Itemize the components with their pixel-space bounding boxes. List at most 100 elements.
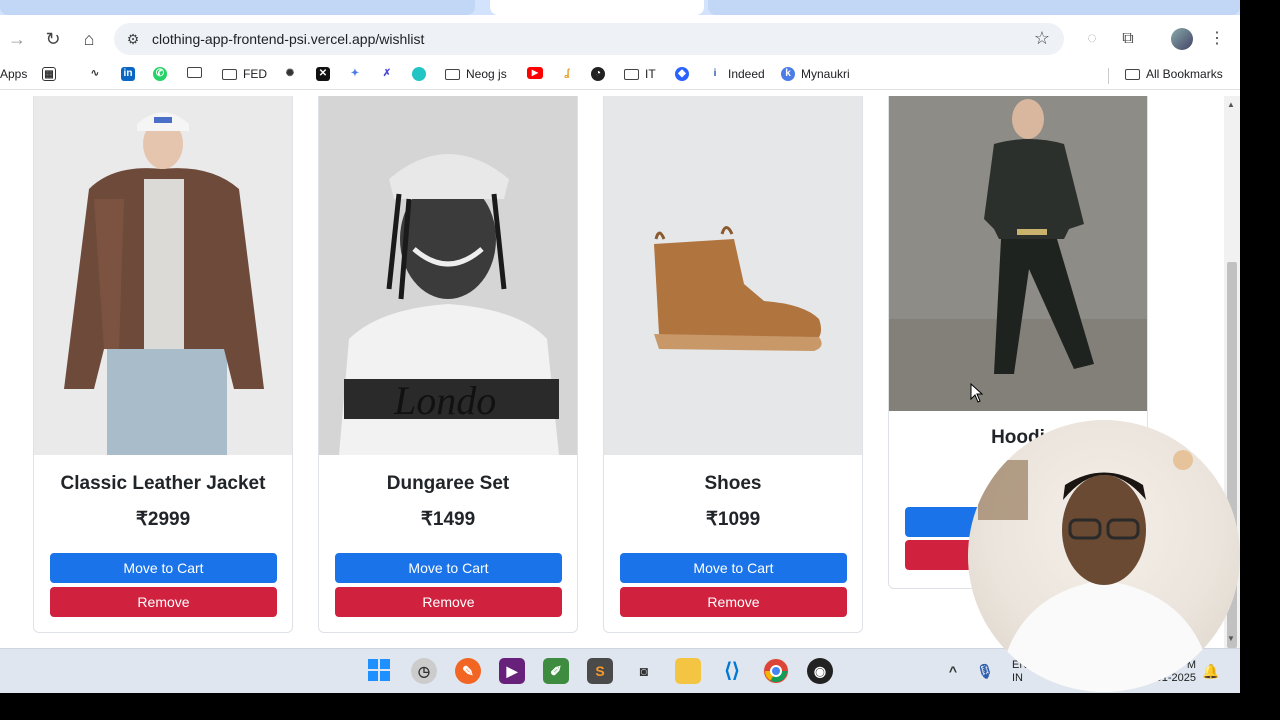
app-icon: ✕ bbox=[316, 67, 330, 81]
product-image-shoes bbox=[604, 96, 862, 455]
tray-overflow-icon[interactable]: ^ bbox=[940, 658, 966, 684]
bookmarks-bar: Apps ▦ ∿ in ✆ FED ✺ ✕ ✦ ✗ Neog js ▶ ʆ ◔ … bbox=[0, 62, 1240, 90]
folder-icon bbox=[1125, 68, 1140, 80]
bookmark-whatsapp[interactable]: ✆ bbox=[153, 67, 167, 81]
tab-clothing-app[interactable] bbox=[490, 0, 704, 15]
extensions-puzzle-icon[interactable]: ⧉ bbox=[1116, 27, 1140, 51]
folder-icon bbox=[624, 68, 639, 80]
mynaukri-icon: k bbox=[781, 67, 795, 81]
github-icon: ◔ bbox=[591, 67, 605, 81]
bookmark-grid[interactable]: ▦ bbox=[42, 67, 56, 81]
presenter-video bbox=[978, 450, 1213, 692]
postman-icon[interactable]: ✎ bbox=[455, 658, 481, 684]
tab-repositories[interactable] bbox=[0, 0, 475, 15]
sublime-text-icon[interactable]: S bbox=[587, 658, 613, 684]
bookmark-all[interactable]: All Bookmarks bbox=[1125, 67, 1223, 81]
webcam-overlay bbox=[968, 420, 1240, 692]
site-info-icon[interactable]: ⚙ bbox=[124, 30, 142, 48]
bookmark-github[interactable]: ◔ bbox=[591, 67, 605, 81]
gemini-icon: ✦ bbox=[348, 67, 362, 81]
product-name: Classic Leather Jacket bbox=[60, 473, 266, 494]
bookmark-apps[interactable]: Apps bbox=[0, 67, 27, 81]
extension-icon[interactable]: ◌ bbox=[1080, 27, 1104, 51]
black-border-right bbox=[1240, 0, 1280, 720]
wishlist-card: Shoes ₹1099 Move to Cart Remove bbox=[603, 96, 863, 633]
bookmark-youtube[interactable]: ▶ bbox=[527, 67, 543, 79]
bookmark-blue-diamond[interactable]: ◆ bbox=[675, 67, 689, 81]
bookmark-mynaukri[interactable]: k Mynaukri bbox=[781, 67, 850, 81]
leetcode-icon: ʆ bbox=[560, 67, 574, 81]
menu-icon[interactable]: ⋮ bbox=[1205, 27, 1229, 51]
bookmark-dark-app[interactable]: ✕ bbox=[316, 67, 330, 81]
address-bar[interactable]: ⚙ clothing-app-frontend-psi.vercel.app/w… bbox=[114, 23, 1064, 55]
tool-icon: ✗ bbox=[380, 67, 394, 81]
product-name: Shoes bbox=[704, 473, 762, 494]
visual-studio-icon[interactable]: ▶ bbox=[499, 658, 525, 684]
remove-button[interactable]: Remove bbox=[335, 587, 562, 617]
microphone-icon[interactable]: 🎙 bbox=[972, 658, 998, 684]
scroll-up-arrow-icon[interactable]: ▲ bbox=[1227, 100, 1235, 109]
profile-avatar[interactable] bbox=[1171, 28, 1193, 50]
home-icon[interactable]: ⌂ bbox=[77, 27, 101, 51]
whatsapp-icon: ✆ bbox=[153, 67, 167, 81]
tab-new[interactable] bbox=[708, 0, 1240, 15]
black-border-bottom bbox=[0, 693, 1280, 720]
notification-bell-icon[interactable]: 🔔 bbox=[1198, 658, 1224, 684]
move-to-cart-button[interactable]: Move to Cart bbox=[50, 553, 277, 583]
bookmark-indeed[interactable]: i Indeed bbox=[708, 67, 765, 81]
app-circle-icon bbox=[412, 67, 426, 81]
wishlist-card: Classic Leather Jacket ₹2999 Move to Car… bbox=[33, 96, 293, 633]
camera-icon[interactable]: ◙ bbox=[631, 658, 657, 684]
remove-button[interactable]: Remove bbox=[50, 587, 277, 617]
bookmark-teal[interactable] bbox=[412, 67, 426, 81]
product-name: Dungaree Set bbox=[386, 473, 510, 494]
reload-icon[interactable]: ↻ bbox=[41, 27, 65, 51]
move-to-cart-button[interactable]: Move to Cart bbox=[620, 553, 847, 583]
product-price: ₹2999 bbox=[135, 509, 191, 530]
grid-icon: ▦ bbox=[42, 67, 56, 81]
product-image-hoodie bbox=[889, 96, 1147, 411]
chatgpt-icon: ✺ bbox=[283, 67, 297, 81]
clock-app-icon[interactable]: ◷ bbox=[411, 658, 437, 684]
linkedin-icon: in bbox=[121, 67, 135, 81]
indeed-icon: i bbox=[708, 67, 722, 81]
product-image-dungaree: Londo bbox=[319, 96, 577, 455]
bookmark-chatgpt[interactable]: ✺ bbox=[283, 67, 297, 81]
bookmark-fed[interactable]: FED bbox=[222, 67, 267, 81]
file-explorer-icon[interactable] bbox=[675, 658, 701, 684]
mouse-cursor-icon bbox=[970, 383, 984, 403]
diamond-icon: ◆ bbox=[675, 67, 689, 81]
youtube-icon: ▶ bbox=[527, 67, 543, 79]
bookmark-folder[interactable] bbox=[187, 67, 202, 78]
bookmark-signature[interactable]: ∿ bbox=[88, 67, 102, 81]
remove-button[interactable]: Remove bbox=[620, 587, 847, 617]
obs-icon[interactable]: ◉ bbox=[807, 658, 833, 684]
bookmark-gemini[interactable]: ✦ bbox=[348, 67, 362, 81]
bookmarks-separator bbox=[1108, 68, 1109, 84]
chrome-icon[interactable] bbox=[763, 658, 789, 684]
screen: → ↻ ⌂ ⚙ clothing-app-frontend-psi.vercel… bbox=[0, 0, 1240, 693]
browser-toolbar: → ↻ ⌂ ⚙ clothing-app-frontend-psi.vercel… bbox=[0, 15, 1240, 62]
folder-icon bbox=[222, 68, 237, 80]
product-price: ₹1099 bbox=[705, 509, 761, 530]
signature-icon: ∿ bbox=[88, 67, 102, 81]
windows-start-icon[interactable] bbox=[366, 658, 392, 684]
bookmark-it[interactable]: IT bbox=[624, 67, 656, 81]
scroll-down-arrow-icon[interactable]: ▼ bbox=[1227, 634, 1235, 643]
bookmark-tool[interactable]: ✗ bbox=[380, 67, 394, 81]
forward-icon[interactable]: → bbox=[5, 27, 29, 51]
tab-strip bbox=[0, 0, 1240, 15]
vscode-icon[interactable]: ⟨⟩ bbox=[719, 658, 745, 684]
bookmark-neog[interactable]: Neog js bbox=[445, 67, 507, 81]
product-price: ₹1499 bbox=[420, 509, 476, 530]
svg-text:Londo: Londo bbox=[393, 378, 496, 423]
wishlist-card: Londo Dungaree Set ₹1499 Move to Cart Re… bbox=[318, 96, 578, 633]
folder-icon bbox=[187, 67, 202, 78]
move-to-cart-button[interactable]: Move to Cart bbox=[335, 553, 562, 583]
bookmark-linkedin[interactable]: in bbox=[121, 67, 135, 81]
bookmark-star-icon[interactable]: ☆ bbox=[1034, 28, 1050, 49]
folder-icon bbox=[445, 68, 460, 80]
paint-icon[interactable]: ✐ bbox=[543, 658, 569, 684]
bookmark-lc[interactable]: ʆ bbox=[560, 67, 574, 81]
url-text: clothing-app-frontend-psi.vercel.app/wis… bbox=[152, 31, 425, 47]
